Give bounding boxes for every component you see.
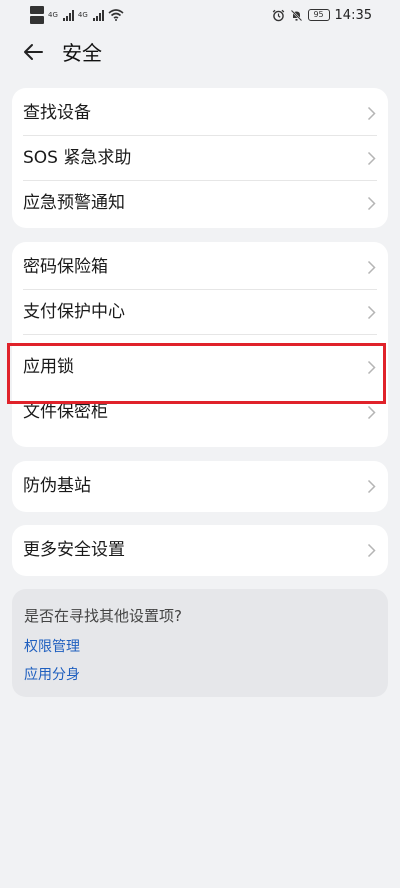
list-item-more-security-settings[interactable]: 更多安全设置 (12, 528, 388, 573)
status-left: 4G 4G (30, 4, 124, 26)
list-item-label: 文件保密柜 (23, 402, 108, 422)
network-type-label: 4G (48, 10, 58, 19)
top-bar: 安全 (0, 36, 400, 72)
list-item-label: SOS 紧急求助 (23, 148, 132, 168)
list-item-label: 应用锁 (23, 357, 74, 377)
chevron-right-icon (367, 360, 376, 375)
list-item-label: 查找设备 (23, 103, 91, 123)
battery-indicator: 95 (307, 9, 330, 21)
list-item-label: 更多安全设置 (23, 540, 125, 560)
hd-indicators (30, 6, 44, 24)
mute-icon (290, 9, 302, 21)
clock: 14:35 (334, 7, 372, 23)
list-item-password-vault[interactable]: 密码保险箱 (12, 245, 388, 290)
chevron-right-icon (367, 305, 376, 320)
wifi-icon (108, 9, 124, 21)
list-item-label: 防伪基站 (23, 476, 91, 496)
status-right: 95 14:35 (272, 4, 372, 26)
chevron-right-icon (367, 543, 376, 558)
chevron-right-icon (367, 151, 376, 166)
chevron-right-icon (367, 196, 376, 211)
link-permission-management[interactable]: 权限管理 (24, 636, 80, 656)
list-item-sos[interactable]: SOS 紧急求助 (12, 136, 388, 181)
link-app-twin[interactable]: 应用分身 (24, 664, 80, 684)
list-item-payment-protection[interactable]: 支付保护中心 (12, 290, 388, 335)
network-type-label: 4G (77, 10, 88, 19)
hd-icon (30, 6, 44, 14)
list-item-fake-base-station[interactable]: 防伪基站 (12, 464, 388, 509)
list-item-label: 密码保险箱 (23, 257, 108, 277)
signal-icon (62, 9, 74, 21)
list-item-emergency-alerts[interactable]: 应急预警通知 (12, 181, 388, 226)
list-item-find-device[interactable]: 查找设备 (12, 91, 388, 136)
list-item-label: 应急预警通知 (23, 193, 125, 213)
hd-icon (30, 16, 44, 24)
suggestions-title: 是否在寻找其他设置项? (24, 607, 182, 625)
settings-group: 查找设备 SOS 紧急求助 应急预警通知 (12, 88, 388, 228)
chevron-right-icon (367, 479, 376, 494)
arrow-left-icon[interactable] (22, 40, 46, 64)
chevron-right-icon (367, 260, 376, 275)
settings-group: 更多安全设置 (12, 525, 388, 576)
suggestions-card: 是否在寻找其他设置项? 权限管理 应用分身 (12, 589, 388, 697)
list-item-app-lock[interactable]: 应用锁 (12, 335, 388, 400)
settings-group: 密码保险箱 支付保护中心 应用锁 文件保密柜 (12, 242, 388, 447)
chevron-right-icon (367, 106, 376, 121)
page-title: 安全 (62, 41, 102, 65)
signal-icon (92, 9, 104, 21)
list-item-file-safe[interactable]: 文件保密柜 (12, 400, 388, 440)
chevron-right-icon (367, 405, 376, 420)
list-item-label: 支付保护中心 (23, 302, 125, 322)
alarm-icon (272, 9, 284, 21)
status-bar: 4G 4G 95 14:35 (0, 0, 400, 30)
settings-group: 防伪基站 (12, 461, 388, 512)
